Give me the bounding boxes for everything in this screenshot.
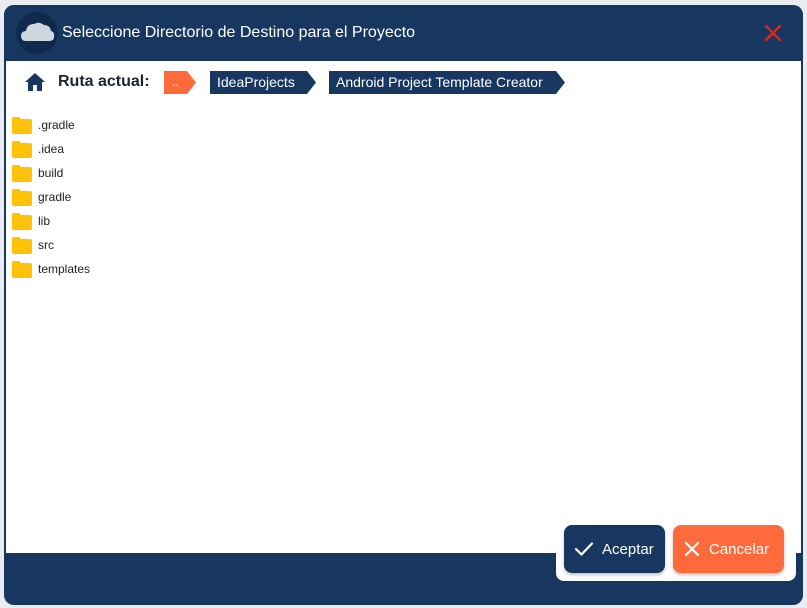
close-icon[interactable] — [761, 21, 785, 45]
folder-name: lib — [38, 214, 51, 228]
accept-button[interactable]: Aceptar — [564, 525, 665, 573]
folder-name: .gradle — [38, 118, 75, 132]
current-path-label: Ruta actual: — [58, 73, 150, 90]
list-item[interactable]: gradle — [12, 185, 90, 209]
list-item[interactable]: templates — [12, 257, 90, 281]
cancel-button-label: Cancelar — [709, 540, 770, 558]
list-item[interactable]: lib — [12, 209, 90, 233]
accept-button-label: Aceptar — [602, 540, 654, 558]
home-icon[interactable] — [24, 71, 46, 93]
folder-name: gradle — [38, 190, 72, 204]
folder-icon — [12, 164, 32, 182]
folder-name: src — [38, 238, 54, 252]
folder-icon — [12, 140, 32, 158]
directory-picker-dialog: Seleccione Directorio de Destino para el… — [4, 5, 803, 605]
list-item[interactable]: .idea — [12, 137, 90, 161]
close-icon — [684, 541, 700, 557]
list-item[interactable]: .gradle — [12, 113, 90, 137]
folder-name: build — [38, 166, 64, 180]
list-item[interactable]: build — [12, 161, 90, 185]
dialog-content: Ruta actual: .. IdeaProjects Android Pro… — [6, 61, 801, 553]
breadcrumb-item-ideaprojects[interactable]: IdeaProjects — [210, 71, 316, 94]
breadcrumb: Ruta actual: .. IdeaProjects Android Pro… — [6, 69, 801, 95]
folder-icon — [12, 116, 32, 134]
folder-list: .gradle .idea build gradle lib src templ… — [12, 113, 90, 281]
dialog-titlebar: Seleccione Directorio de Destino para el… — [4, 5, 803, 61]
folder-icon — [12, 260, 32, 278]
cloud-icon — [16, 12, 58, 54]
breadcrumb-item-android-project-template-creator[interactable]: Android Project Template Creator — [329, 71, 565, 94]
folder-name: .idea — [38, 142, 65, 156]
cancel-button[interactable]: Cancelar — [673, 525, 784, 573]
folder-icon — [12, 212, 32, 230]
folder-name: templates — [38, 262, 91, 276]
dialog-title: Seleccione Directorio de Destino para el… — [62, 24, 416, 41]
folder-icon — [12, 236, 32, 254]
folder-icon — [12, 188, 32, 206]
list-item[interactable]: src — [12, 233, 90, 257]
breadcrumb-parent[interactable]: .. — [164, 71, 196, 94]
check-icon — [574, 542, 594, 556]
